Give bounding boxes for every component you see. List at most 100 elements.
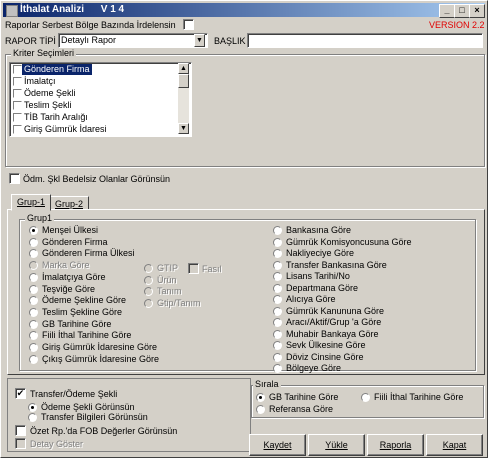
- title-bar[interactable]: İthalat Analizi V 1 4 _ □ ×: [3, 3, 485, 18]
- close-button[interactable]: ×: [469, 4, 485, 18]
- grup1-right-option-label: Lisans Tarihi/No: [286, 271, 350, 281]
- grup1-left-option-label: Marka Göre: [42, 260, 90, 271]
- minimize-button[interactable]: _: [439, 4, 455, 18]
- ozet-fob-checkbox[interactable]: [15, 425, 26, 436]
- scroll-up-icon[interactable]: ▲: [178, 63, 189, 74]
- grup1-middle-option-label: GTIP: [157, 263, 179, 273]
- radio-off-icon: [273, 260, 282, 270]
- rapor-tipi-label: RAPOR TİPİ: [5, 36, 56, 46]
- grup1-left-option-label: Gönderen Firma Ülkesi: [42, 248, 135, 259]
- kriter-scrollbar[interactable]: ▲ ▼: [178, 63, 189, 134]
- maximize-button[interactable]: □: [454, 4, 470, 18]
- grup1-right-option-label: Gümrük Komisyoncusuna Göre: [286, 236, 412, 247]
- radio-off-icon: [273, 341, 282, 350]
- baslik-label: BAŞLIK: [214, 36, 246, 46]
- fasil-checkbox[interactable]: [188, 263, 199, 274]
- kriter-item-checkbox[interactable]: [13, 65, 22, 74]
- detay-goster-checkbox[interactable]: [15, 438, 26, 449]
- grup1-right-option-label: Departmana Göre: [286, 282, 359, 293]
- transfer-gorunsun-label: Transfer Bilgileri Görünsün: [41, 412, 148, 422]
- radio-off-icon: [29, 307, 38, 317]
- radio-off-icon: [29, 272, 38, 282]
- radio-off-icon: [361, 393, 370, 402]
- kriter-item-checkbox[interactable]: [13, 101, 22, 110]
- radio-on-icon: [256, 393, 265, 402]
- radio-off-icon: [273, 364, 282, 373]
- grup1-left-option-label: Fiili İthal Tarihine Göre: [42, 330, 132, 341]
- kriter-list-item[interactable]: Teslim Şekli: [12, 100, 180, 111]
- grup1-left-option-label: Giriş Gümrük İdaresine Göre: [42, 342, 158, 352]
- grup1-left-option-label: Ödeme Şekline Göre: [42, 295, 127, 306]
- grup1-right-option-label: Bankasına Göre: [286, 225, 352, 235]
- radio-on-icon: [29, 226, 38, 235]
- grup1-right-option-label: Muhabir Bankaya Göre: [286, 328, 379, 339]
- grup1-left-option-label: Gönderen Firma: [42, 236, 108, 247]
- scroll-thumb[interactable]: [178, 74, 189, 88]
- radio-off-icon: [273, 352, 282, 362]
- odm-bedelsiz-checkbox[interactable]: [9, 173, 20, 184]
- app-icon: [6, 5, 18, 17]
- grup1-middle-option-label: Tanım: [157, 286, 182, 297]
- rapor-tipi-select[interactable]: Detaylı Rapor ▼: [58, 33, 208, 48]
- radio-on-icon: [28, 403, 37, 412]
- radio-off-icon: [273, 272, 282, 281]
- kriter-item-label: İmalatçı: [24, 76, 56, 86]
- tab-grup-2[interactable]: Grup-2: [49, 196, 89, 210]
- kriter-item-label: TİB Tarih Aralığı: [24, 112, 88, 122]
- kriter-list-item[interactable]: TİB Tarih Aralığı: [12, 112, 180, 123]
- radio-off-icon: [29, 284, 38, 294]
- yukle-label: Yükle: [325, 440, 348, 450]
- serbest-bolge-checkbox[interactable]: [183, 19, 194, 30]
- radio-off-icon: [29, 343, 38, 352]
- yukle-button[interactable]: Yükle: [308, 434, 365, 456]
- kriter-list-item[interactable]: İmalatçı: [12, 76, 180, 87]
- raporla-button[interactable]: Raporla: [367, 434, 424, 456]
- radio-off-icon: [256, 405, 265, 414]
- kriter-item-checkbox[interactable]: [13, 77, 22, 86]
- radio-off-icon: [273, 237, 282, 247]
- radio-off-icon: [29, 354, 38, 364]
- kriter-item-checkbox[interactable]: [13, 89, 22, 98]
- grup1-left-option-label: Çıkış Gümrük İdaresine Göre: [42, 353, 160, 364]
- detay-goster-label: Detay Göster: [30, 439, 84, 449]
- kriter-item-checkbox[interactable]: [13, 125, 22, 134]
- main-window: İthalat Analizi V 1 4 _ □ × Raporlar Ser…: [0, 0, 488, 458]
- tab-grup-2-label: Grup-2: [54, 199, 83, 209]
- grup1-left-option-label: Teslim Şekline Göre: [42, 306, 123, 317]
- sirala-referans-label: Referansa Göre: [269, 404, 334, 414]
- grup1-left-option-label: Teşviğe Göre: [42, 283, 96, 294]
- kaydet-button[interactable]: Kaydet: [249, 434, 306, 456]
- radio-off-icon: [273, 306, 282, 316]
- grup1-middle-option-label: Ürün: [157, 274, 177, 285]
- chevron-down-icon[interactable]: ▼: [194, 34, 205, 47]
- grup1-right-option-label: Bölgeye Göre: [286, 363, 342, 373]
- tab-grup-1[interactable]: Grup-1: [11, 194, 51, 211]
- kapat-button[interactable]: Kapat: [426, 434, 483, 456]
- sirala-fiili-label: Fiili İthal Tarihine Göre: [374, 392, 464, 402]
- kriter-list[interactable]: Gönderen Firma İmalatçı Ödeme Şekli Teslim …: [9, 62, 192, 137]
- odm-bedelsiz-label: Ödm. Şkl Bedelsiz Olanlar Görünsün: [23, 174, 171, 184]
- kriter-list-item[interactable]: Gönderen Firma: [12, 64, 180, 75]
- grup1-left-option-label: GB Tarihine Göre: [42, 318, 112, 329]
- kaydet-label: Kaydet: [263, 440, 292, 450]
- grup1-left-option-label: Menşei Ülkesi: [42, 225, 99, 235]
- baslik-input[interactable]: [247, 33, 483, 48]
- radio-off-icon: [273, 295, 282, 304]
- kriter-item-label: Teslim Şekli: [24, 100, 72, 110]
- grup1-right-option-label: Gümrük Kanununa Göre: [286, 305, 385, 316]
- kriter-list-item[interactable]: Ödeme Şekli: [12, 88, 180, 99]
- scroll-down-icon[interactable]: ▼: [178, 123, 189, 134]
- window-title: İthalat Analizi V 1 4: [20, 4, 125, 15]
- transfer-checkbox[interactable]: ✔: [15, 388, 26, 399]
- version-label: VERSION 2.2: [429, 20, 485, 30]
- grup1-right-option-label: Aracı/Aktif/Grup 'a Göre: [286, 317, 382, 327]
- radio-off-icon: [29, 237, 38, 247]
- fasil-label: Fasıl: [202, 264, 222, 274]
- kapat-label: Kapat: [442, 440, 467, 450]
- grup1-right-option-label: Sevk Ülkesine Göre: [286, 340, 366, 350]
- grup1-right-option-label: Döviz Cinsine Göre: [286, 351, 364, 362]
- kriter-list-item[interactable]: Giriş Gümrük İdaresi: [12, 124, 180, 135]
- kriter-item-checkbox[interactable]: [13, 113, 22, 122]
- kriter-item-label: Giriş Gümrük İdaresi: [24, 124, 107, 134]
- sirala-title: Sırala: [253, 379, 281, 389]
